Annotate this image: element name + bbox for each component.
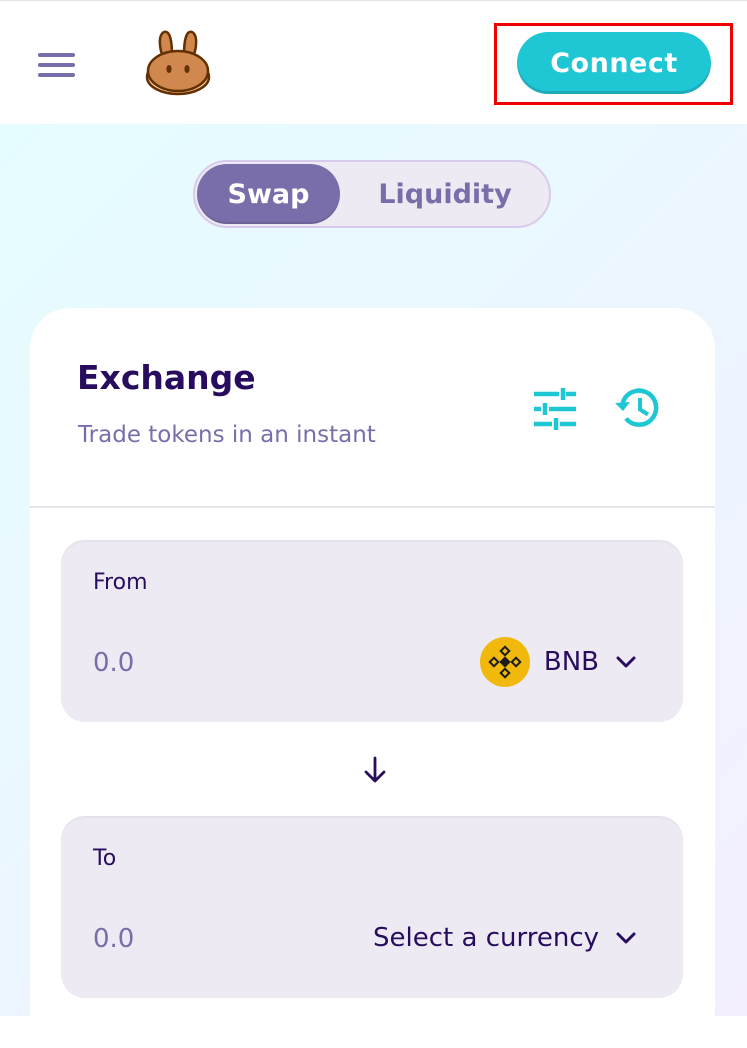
settings-sliders-icon[interactable] [532,386,578,432]
from-label: From [93,570,148,595]
chevron-down-icon [616,932,636,944]
hamburger-menu-icon[interactable] [38,49,76,77]
bnb-icon [479,637,530,687]
top-navigation-bar: Connect [0,0,747,124]
from-token-select[interactable]: BNB [479,636,637,688]
tab-liquidity[interactable]: Liquidity [355,164,535,224]
to-label: To [93,846,117,871]
card-title: Exchange [77,358,256,397]
to-token-label: Select a currency [373,923,599,953]
to-amount-input[interactable] [93,919,343,959]
exchange-card: Exchange Trade tokens in an instant From… [30,308,715,1048]
main-content: Swap Liquidity Exchange Trade tokens in … [0,124,747,1048]
to-currency-panel: To Select a currency [61,816,683,998]
swap-liquidity-toggle: Swap Liquidity [193,160,551,228]
history-clock-icon[interactable] [614,384,662,432]
tab-swap[interactable]: Swap [197,164,340,224]
connect-wallet-button[interactable]: Connect [517,32,711,94]
to-token-select[interactable]: Select a currency [373,912,637,964]
card-header: Exchange Trade tokens in an instant [30,308,715,508]
from-currency-panel: From 0.0 BNB [61,540,683,722]
swap-direction-arrow-icon[interactable] [361,755,389,785]
chevron-down-icon [616,656,636,668]
card-subtitle: Trade tokens in an instant [78,422,376,448]
from-amount-input[interactable] [93,643,343,683]
from-token-label: BNB [543,647,599,677]
pancake-bunny-logo[interactable] [142,29,212,97]
